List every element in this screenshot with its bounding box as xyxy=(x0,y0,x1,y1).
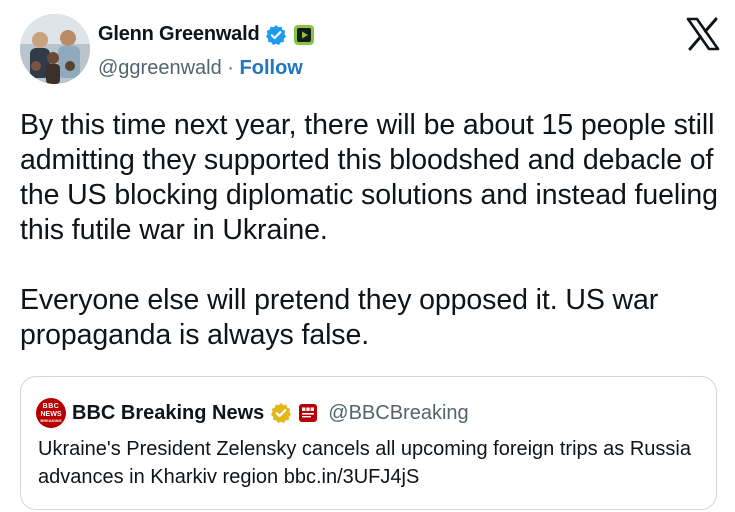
bbc-logo-news-text: NEWS xyxy=(40,411,62,418)
bbc-logo-breaking-text: BREAKING xyxy=(40,418,62,423)
x-logo-icon[interactable] xyxy=(686,17,720,51)
tweet-header: Glenn Greenwald @ggreenwald · Follow xyxy=(20,14,720,86)
bbc-logo-text: BBC xyxy=(42,403,60,410)
tweet-body: By this time next year, there will be ab… xyxy=(20,108,720,353)
verified-badge-icon xyxy=(266,24,287,45)
separator-dot: · xyxy=(227,57,234,79)
author-name[interactable]: Glenn Greenwald xyxy=(98,23,260,46)
author-avatar[interactable] xyxy=(20,14,90,84)
follow-button[interactable]: Follow xyxy=(240,57,303,79)
quoted-tweet-text: Ukraine's President Zelensky cancels all… xyxy=(38,438,691,488)
author-name-row: Glenn Greenwald xyxy=(98,23,315,46)
tweet-paragraph-2: Everyone else will pretend they opposed … xyxy=(20,284,659,351)
gold-verified-badge-icon xyxy=(271,403,292,423)
author-handle-row: @ggreenwald · Follow xyxy=(98,57,303,80)
avatar-photo-icon xyxy=(20,14,90,84)
quoted-author-name[interactable]: BBC Breaking News xyxy=(72,402,264,425)
bbc-affiliate-badge-icon xyxy=(299,404,318,422)
bbc-news-avatar-icon[interactable]: BBC NEWS BREAKING xyxy=(36,398,66,428)
quoted-author-handle[interactable]: @BBCBreaking xyxy=(328,402,468,425)
tweet-paragraph-1: By this time next year, there will be ab… xyxy=(20,109,718,246)
quoted-tweet-card[interactable]: BBC NEWS BREAKING BBC Breaking News @BBC… xyxy=(20,376,717,510)
rumble-icon xyxy=(294,24,315,45)
quoted-tweet-header: BBC NEWS BREAKING BBC Breaking News @BBC… xyxy=(36,398,469,428)
author-handle[interactable]: @ggreenwald xyxy=(98,57,222,79)
